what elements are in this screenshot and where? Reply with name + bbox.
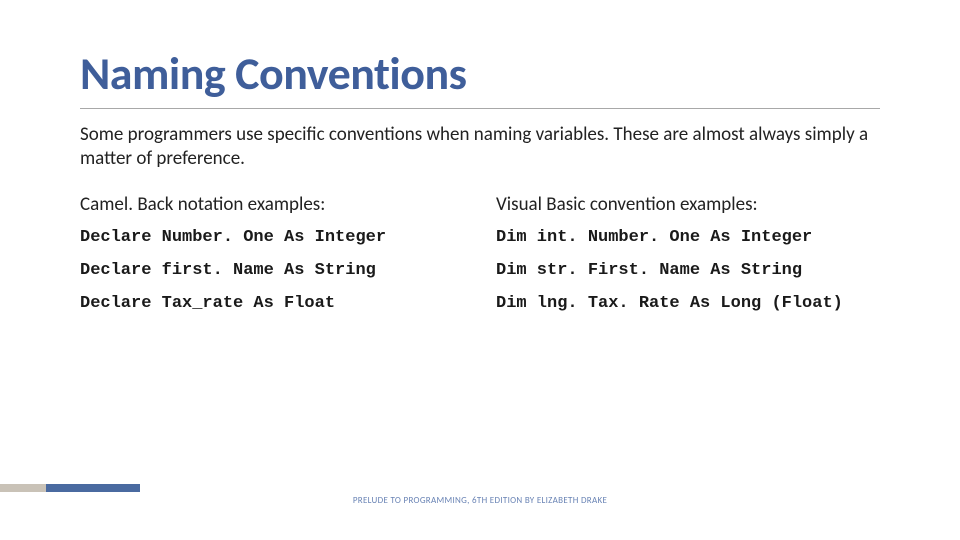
accent-dark <box>46 484 140 492</box>
right-column: Visual Basic convention examples: Dim in… <box>496 189 880 327</box>
code-example: Declare first. Name As String <box>80 261 496 280</box>
code-example: Declare Number. One As Integer <box>80 228 496 247</box>
accent-light <box>0 484 46 492</box>
intro-paragraph: Some programmers use specific convention… <box>80 123 880 171</box>
footer-text: PRELUDE TO PROGRAMMING, 6TH EDITION BY E… <box>0 495 960 506</box>
footer-accent-bar <box>0 484 140 492</box>
slide-title: Naming Conventions <box>80 50 880 98</box>
code-example: Declare Tax_rate As Float <box>80 294 496 313</box>
code-example: Dim str. First. Name As String <box>496 261 880 280</box>
code-example: Dim lng. Tax. Rate As Long (Float) <box>496 294 880 313</box>
right-column-heading: Visual Basic convention examples: <box>496 193 880 216</box>
left-column: Camel. Back notation examples: Declare N… <box>80 189 496 327</box>
slide-body: Naming Conventions Some programmers use … <box>0 0 960 327</box>
left-column-heading: Camel. Back notation examples: <box>80 193 496 216</box>
code-example: Dim int. Number. One As Integer <box>496 228 880 247</box>
title-underline <box>80 108 880 109</box>
two-column-layout: Camel. Back notation examples: Declare N… <box>80 189 880 327</box>
